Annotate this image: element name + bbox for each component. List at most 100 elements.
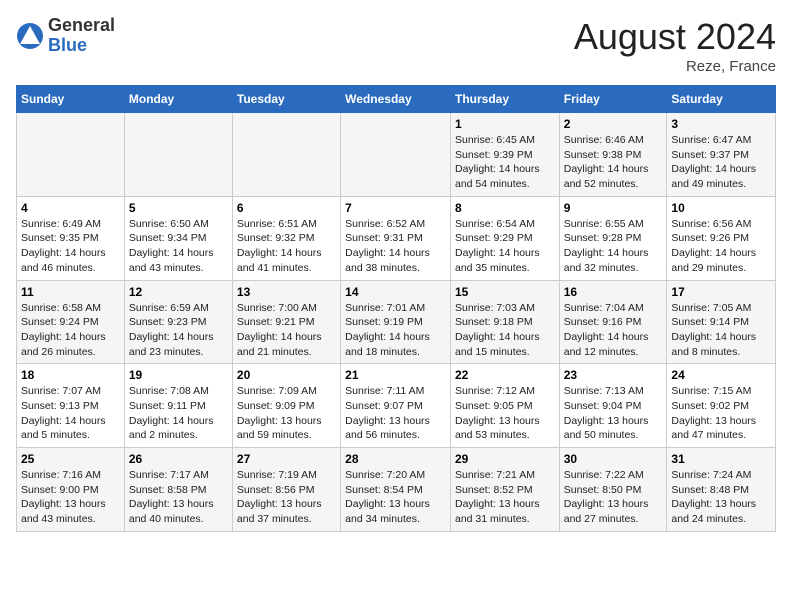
- day-info: Sunrise: 6:45 AM Sunset: 9:39 PM Dayligh…: [455, 133, 555, 192]
- logo-icon: [16, 22, 44, 50]
- day-info: Sunrise: 6:56 AM Sunset: 9:26 PM Dayligh…: [671, 217, 771, 276]
- day-info: Sunrise: 7:21 AM Sunset: 8:52 PM Dayligh…: [455, 468, 555, 527]
- week-row-5: 25 Sunrise: 7:16 AM Sunset: 9:00 PM Dayli…: [17, 448, 776, 532]
- day-info: Sunrise: 7:08 AM Sunset: 9:11 PM Dayligh…: [129, 384, 228, 443]
- header-monday: Monday: [124, 86, 232, 113]
- day-number: 17: [671, 285, 771, 299]
- cell-week4-day0: 18 Sunrise: 7:07 AM Sunset: 9:13 PM Dayli…: [17, 364, 125, 448]
- day-number: 19: [129, 368, 228, 382]
- day-number: 13: [237, 285, 336, 299]
- day-info: Sunrise: 6:58 AM Sunset: 9:24 PM Dayligh…: [21, 301, 120, 360]
- logo-text: General Blue: [48, 16, 115, 56]
- header-saturday: Saturday: [667, 86, 776, 113]
- day-number: 3: [671, 117, 771, 131]
- day-info: Sunrise: 7:17 AM Sunset: 8:58 PM Dayligh…: [129, 468, 228, 527]
- calendar-header: SundayMondayTuesdayWednesdayThursdayFrid…: [17, 86, 776, 113]
- day-info: Sunrise: 6:52 AM Sunset: 9:31 PM Dayligh…: [345, 217, 446, 276]
- day-info: Sunrise: 7:15 AM Sunset: 9:02 PM Dayligh…: [671, 384, 771, 443]
- week-row-4: 18 Sunrise: 7:07 AM Sunset: 9:13 PM Dayli…: [17, 364, 776, 448]
- cell-week2-day0: 4 Sunrise: 6:49 AM Sunset: 9:35 PM Daylig…: [17, 196, 125, 280]
- cell-week2-day5: 9 Sunrise: 6:55 AM Sunset: 9:28 PM Daylig…: [559, 196, 667, 280]
- day-info: Sunrise: 7:13 AM Sunset: 9:04 PM Dayligh…: [564, 384, 663, 443]
- cell-week5-day5: 30 Sunrise: 7:22 AM Sunset: 8:50 PM Dayli…: [559, 448, 667, 532]
- day-info: Sunrise: 7:24 AM Sunset: 8:48 PM Dayligh…: [671, 468, 771, 527]
- day-number: 27: [237, 452, 336, 466]
- day-number: 15: [455, 285, 555, 299]
- day-number: 4: [21, 201, 120, 215]
- day-info: Sunrise: 7:05 AM Sunset: 9:14 PM Dayligh…: [671, 301, 771, 360]
- cell-week5-day0: 25 Sunrise: 7:16 AM Sunset: 9:00 PM Dayli…: [17, 448, 125, 532]
- cell-week4-day4: 22 Sunrise: 7:12 AM Sunset: 9:05 PM Dayli…: [450, 364, 559, 448]
- cell-week5-day4: 29 Sunrise: 7:21 AM Sunset: 8:52 PM Dayli…: [450, 448, 559, 532]
- day-number: 8: [455, 201, 555, 215]
- logo-blue: Blue: [48, 36, 115, 56]
- day-number: 25: [21, 452, 120, 466]
- header-thursday: Thursday: [450, 86, 559, 113]
- day-number: 9: [564, 201, 663, 215]
- day-info: Sunrise: 7:11 AM Sunset: 9:07 PM Dayligh…: [345, 384, 446, 443]
- cell-week2-day1: 5 Sunrise: 6:50 AM Sunset: 9:34 PM Daylig…: [124, 196, 232, 280]
- day-info: Sunrise: 6:55 AM Sunset: 9:28 PM Dayligh…: [564, 217, 663, 276]
- day-info: Sunrise: 7:16 AM Sunset: 9:00 PM Dayligh…: [21, 468, 120, 527]
- cell-week5-day2: 27 Sunrise: 7:19 AM Sunset: 8:56 PM Dayli…: [232, 448, 340, 532]
- cell-week3-day0: 11Sunrise: 6:58 AM Sunset: 9:24 PM Dayli…: [17, 280, 125, 364]
- cell-week3-day4: 15Sunrise: 7:03 AM Sunset: 9:18 PM Dayli…: [450, 280, 559, 364]
- cell-week4-day3: 21 Sunrise: 7:11 AM Sunset: 9:07 PM Dayli…: [341, 364, 451, 448]
- day-info: Sunrise: 7:20 AM Sunset: 8:54 PM Dayligh…: [345, 468, 446, 527]
- day-number: 26: [129, 452, 228, 466]
- day-number: 31: [671, 452, 771, 466]
- day-info: Sunrise: 7:07 AM Sunset: 9:13 PM Dayligh…: [21, 384, 120, 443]
- cell-week3-day5: 16Sunrise: 7:04 AM Sunset: 9:16 PM Dayli…: [559, 280, 667, 364]
- day-number: 18: [21, 368, 120, 382]
- cell-week1-day0: [17, 113, 125, 197]
- cell-week3-day1: 12 Sunrise: 6:59 AM Sunset: 9:23 PM Dayli…: [124, 280, 232, 364]
- day-number: 6: [237, 201, 336, 215]
- day-number: 5: [129, 201, 228, 215]
- cell-week1-day6: 3 Sunrise: 6:47 AM Sunset: 9:37 PM Daylig…: [667, 113, 776, 197]
- cell-week3-day3: 14Sunrise: 7:01 AM Sunset: 9:19 PM Dayli…: [341, 280, 451, 364]
- day-info: Sunrise: 6:50 AM Sunset: 9:34 PM Dayligh…: [129, 217, 228, 276]
- week-row-3: 11Sunrise: 6:58 AM Sunset: 9:24 PM Dayli…: [17, 280, 776, 364]
- day-number: 16: [564, 285, 663, 299]
- cell-week1-day5: 2Sunrise: 6:46 AM Sunset: 9:38 PM Daylig…: [559, 113, 667, 197]
- cell-week4-day5: 23Sunrise: 7:13 AM Sunset: 9:04 PM Dayli…: [559, 364, 667, 448]
- day-info: Sunrise: 7:22 AM Sunset: 8:50 PM Dayligh…: [564, 468, 663, 527]
- header-wednesday: Wednesday: [341, 86, 451, 113]
- day-info: Sunrise: 6:49 AM Sunset: 9:35 PM Dayligh…: [21, 217, 120, 276]
- cell-week4-day2: 20Sunrise: 7:09 AM Sunset: 9:09 PM Dayli…: [232, 364, 340, 448]
- day-number: 24: [671, 368, 771, 382]
- day-number: 20: [237, 368, 336, 382]
- cell-week3-day6: 17 Sunrise: 7:05 AM Sunset: 9:14 PM Dayli…: [667, 280, 776, 364]
- cell-week5-day1: 26 Sunrise: 7:17 AM Sunset: 8:58 PM Dayli…: [124, 448, 232, 532]
- cell-week3-day2: 13 Sunrise: 7:00 AM Sunset: 9:21 PM Dayli…: [232, 280, 340, 364]
- day-number: 22: [455, 368, 555, 382]
- cell-week5-day3: 28Sunrise: 7:20 AM Sunset: 8:54 PM Dayli…: [341, 448, 451, 532]
- header-tuesday: Tuesday: [232, 86, 340, 113]
- cell-week2-day4: 8 Sunrise: 6:54 AM Sunset: 9:29 PM Daylig…: [450, 196, 559, 280]
- day-info: Sunrise: 6:59 AM Sunset: 9:23 PM Dayligh…: [129, 301, 228, 360]
- day-number: 29: [455, 452, 555, 466]
- day-info: Sunrise: 6:54 AM Sunset: 9:29 PM Dayligh…: [455, 217, 555, 276]
- day-info: Sunrise: 7:00 AM Sunset: 9:21 PM Dayligh…: [237, 301, 336, 360]
- day-number: 2: [564, 117, 663, 131]
- logo-general: General: [48, 16, 115, 36]
- day-number: 30: [564, 452, 663, 466]
- day-info: Sunrise: 6:47 AM Sunset: 9:37 PM Dayligh…: [671, 133, 771, 192]
- week-row-1: 1Sunrise: 6:45 AM Sunset: 9:39 PM Daylig…: [17, 113, 776, 197]
- cell-week4-day1: 19 Sunrise: 7:08 AM Sunset: 9:11 PM Dayli…: [124, 364, 232, 448]
- cell-week5-day6: 31 Sunrise: 7:24 AM Sunset: 8:48 PM Dayli…: [667, 448, 776, 532]
- day-number: 10: [671, 201, 771, 215]
- day-number: 12: [129, 285, 228, 299]
- title-area: August 2024 Reze, France: [574, 16, 776, 75]
- cell-week1-day2: [232, 113, 340, 197]
- day-number: 21: [345, 368, 446, 382]
- cell-week2-day3: 7Sunrise: 6:52 AM Sunset: 9:31 PM Daylig…: [341, 196, 451, 280]
- cell-week4-day6: 24 Sunrise: 7:15 AM Sunset: 9:02 PM Dayli…: [667, 364, 776, 448]
- calendar-table: SundayMondayTuesdayWednesdayThursdayFrid…: [16, 85, 776, 532]
- header-friday: Friday: [559, 86, 667, 113]
- day-number: 14: [345, 285, 446, 299]
- day-info: Sunrise: 7:19 AM Sunset: 8:56 PM Dayligh…: [237, 468, 336, 527]
- cell-week1-day3: [341, 113, 451, 197]
- header-row: SundayMondayTuesdayWednesdayThursdayFrid…: [17, 86, 776, 113]
- day-info: Sunrise: 7:12 AM Sunset: 9:05 PM Dayligh…: [455, 384, 555, 443]
